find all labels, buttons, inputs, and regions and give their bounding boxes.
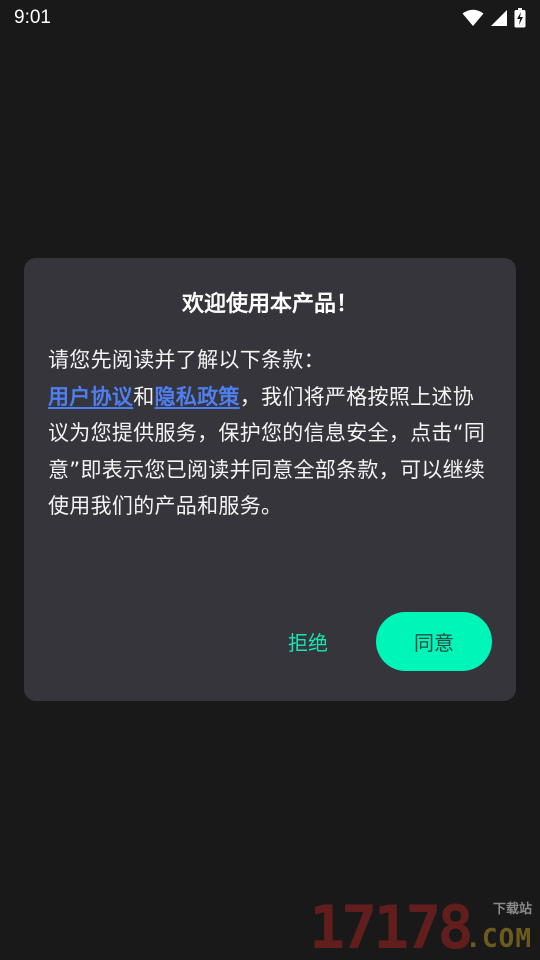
watermark-site-label: 下载站 [492, 902, 532, 917]
watermark-logo: 17178 下载站 .COM [309, 896, 534, 958]
privacy-policy-link[interactable]: 隐私政策 [155, 385, 240, 409]
cellular-signal-icon [490, 9, 508, 27]
agree-button[interactable]: 同意 [376, 612, 492, 671]
status-icons [462, 8, 526, 28]
reject-button[interactable]: 拒绝 [272, 612, 344, 670]
consent-dialog: 欢迎使用本产品！ 请您先阅读并了解以下条款： 用户协议和隐私政策，我们将严格按照… [24, 258, 516, 701]
status-time: 9:01 [14, 7, 51, 28]
status-bar: 9:01 [0, 0, 540, 36]
wifi-icon [462, 9, 484, 27]
watermark-domain: .COM [465, 924, 532, 954]
battery-charging-icon [514, 8, 526, 28]
watermark-digits: 17178 [309, 893, 474, 960]
dialog-intro: 请您先阅读并了解以下条款： [48, 348, 325, 372]
user-agreement-link[interactable]: 用户协议 [48, 385, 133, 409]
and-text: 和 [133, 384, 155, 409]
dialog-body: 请您先阅读并了解以下条款： 用户协议和隐私政策，我们将严格按照上述协议为您提供服… [48, 342, 493, 525]
dialog-title: 欢迎使用本产品！ [181, 292, 358, 317]
